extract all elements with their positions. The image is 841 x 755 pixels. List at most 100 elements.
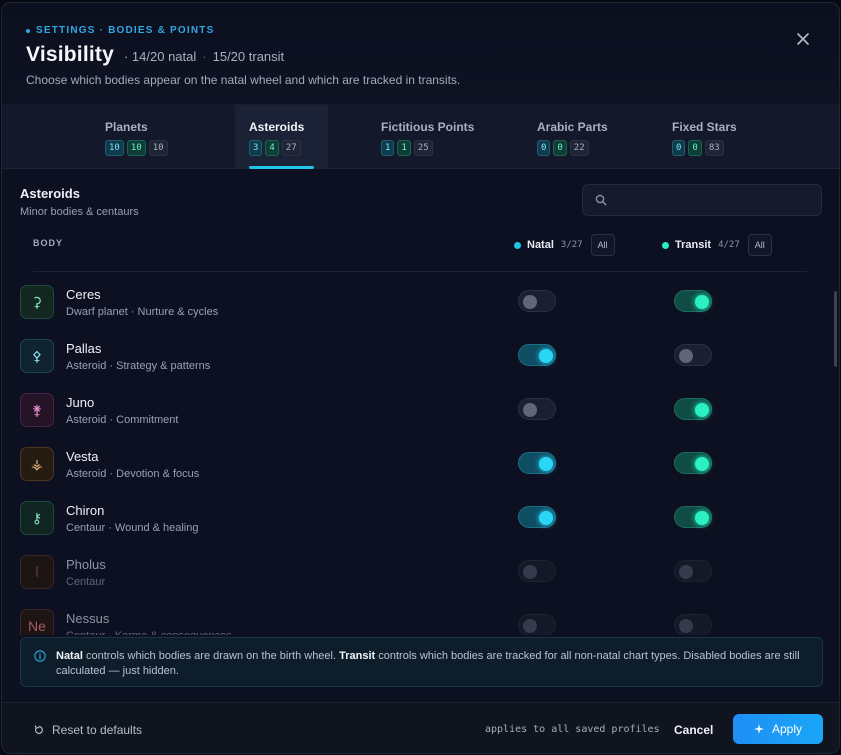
- natal-count-chip: 1: [381, 140, 395, 156]
- search-input[interactable]: [613, 185, 813, 215]
- body-name: Pallas: [66, 341, 102, 356]
- applies-note: applies to all saved profiles: [485, 724, 660, 735]
- tab-chips: 0 0 22: [537, 140, 637, 156]
- tab-label: Asteroids: [249, 120, 305, 134]
- tab-asteroids[interactable]: Asteroids 3 4 27: [235, 105, 328, 169]
- tab-arabic-parts[interactable]: Arabic Parts 0 0 22: [537, 105, 637, 169]
- toggle-knob: [523, 565, 537, 579]
- list-scrollbar[interactable]: [834, 291, 837, 367]
- nessus-glyph-icon: Ne: [20, 609, 54, 635]
- apply-button[interactable]: Apply: [733, 714, 823, 744]
- cancel-button[interactable]: Cancel: [674, 723, 713, 737]
- total-count-chip: 25: [413, 140, 433, 156]
- transit-toggle[interactable]: [674, 506, 712, 528]
- natal-toggle[interactable]: [518, 344, 556, 366]
- transit-count-chip: 1: [397, 140, 411, 156]
- body-name: Juno: [66, 395, 95, 410]
- body-description: Asteroid · Commitment: [66, 414, 179, 426]
- natal-toggle[interactable]: [518, 398, 556, 420]
- toggle-knob: [523, 619, 537, 633]
- tab-chips: 10 10 10: [105, 140, 215, 156]
- visibility-dialog: SETTINGS · BODIES & POINTS Visibility · …: [1, 2, 840, 754]
- tab-planets[interactable]: Planets 10 10 10: [105, 105, 215, 169]
- visibility-counts: · 14/20 natal · 15/20 transit: [124, 49, 284, 64]
- vesta-glyph-icon: ⚶: [20, 447, 54, 481]
- natal-column-count: 3/27: [560, 240, 583, 250]
- transit-toggle[interactable]: [674, 290, 712, 312]
- chiron-glyph-icon: ⚷: [20, 501, 54, 535]
- transit-toggle[interactable]: [674, 344, 712, 366]
- section-title: Asteroids: [20, 186, 80, 201]
- transit-all-button[interactable]: All: [747, 234, 772, 256]
- transit-count-chip: 4: [265, 140, 279, 156]
- toggle-knob: [539, 457, 553, 471]
- body-row-chiron: ⚷ Chiron Centaur · Wound & healing: [2, 491, 839, 545]
- active-tab-indicator: [249, 166, 314, 169]
- tab-label: Fictitious Points: [381, 120, 475, 134]
- natal-toggle[interactable]: [518, 290, 556, 312]
- body-name: Ceres: [66, 287, 101, 302]
- body-list: ⚳ Ceres Dwarf planet · Nurture & cycles ⚴ Pa…: [2, 275, 839, 635]
- info-natal-term: Natal: [56, 650, 83, 662]
- natal-all-button[interactable]: All: [590, 234, 615, 256]
- info-text: Natal controls which bodies are drawn on…: [56, 649, 802, 679]
- breadcrumb-dot: [26, 28, 30, 33]
- reset-label: Reset to defaults: [52, 723, 143, 737]
- natal-count: · 14/20 natal: [123, 49, 197, 64]
- natal-count-chip: 10: [105, 140, 124, 156]
- total-count-chip: 27: [281, 140, 301, 156]
- breadcrumb: SETTINGS · BODIES & POINTS: [26, 25, 214, 36]
- transit-toggle[interactable]: [674, 398, 712, 420]
- reset-icon: [34, 725, 43, 734]
- body-name: Chiron: [66, 503, 105, 518]
- tab-label: Arabic Parts: [537, 120, 608, 134]
- toggle-knob: [695, 457, 709, 471]
- body-description: Centaur · Wound & healing: [66, 522, 199, 534]
- transit-dot: [662, 241, 669, 249]
- toggle-knob: [679, 619, 693, 633]
- natal-column-label: Natal: [527, 239, 554, 251]
- reset-defaults-button[interactable]: Reset to defaults: [34, 723, 142, 737]
- tab-fictitious-points[interactable]: Fictitious Points 1 1 25: [381, 105, 511, 169]
- search-box: [582, 184, 822, 216]
- natal-toggle[interactable]: [518, 614, 556, 635]
- section-subtitle: Minor bodies & centaurs: [20, 206, 139, 218]
- transit-toggle[interactable]: [674, 614, 712, 635]
- tab-chips: 0 0 83: [672, 140, 772, 156]
- dialog-footer: Reset to defaults applies to all saved p…: [2, 702, 839, 753]
- body-row-nessus: Ne Nessus Centaur · Karma & consequences: [2, 599, 839, 635]
- transit-toggle[interactable]: [674, 560, 712, 582]
- toggle-knob: [523, 403, 537, 417]
- transit-count-chip: 10: [126, 140, 146, 156]
- transit-column-count: 4/27: [718, 240, 740, 250]
- body-column-label: BODY: [33, 238, 64, 248]
- body-row-juno: ⚵ Juno Asteroid · Commitment: [2, 383, 839, 437]
- dialog-subtitle: Choose which bodies appear on the natal …: [26, 73, 461, 87]
- natal-toggle[interactable]: [518, 560, 556, 582]
- tab-fixed-stars[interactable]: Fixed Stars 0 0 83: [672, 105, 772, 169]
- tab-label: Fixed Stars: [672, 120, 737, 134]
- dialog-title: Visibility: [26, 43, 114, 66]
- title-row: Visibility · 14/20 natal · 15/20 transit: [26, 43, 284, 67]
- close-button[interactable]: [793, 29, 813, 49]
- transit-count-chip: 0: [553, 140, 567, 156]
- natal-toggle[interactable]: [518, 506, 556, 528]
- tab-chips: 3 4 27: [249, 140, 328, 156]
- toggle-knob: [695, 403, 709, 417]
- body-row-pholus: ⦚ Pholus Centaur: [2, 545, 839, 599]
- body-description: Asteroid · Devotion & focus: [66, 468, 200, 480]
- natal-dot: [514, 241, 521, 249]
- natal-column-header: Natal 3/27 All: [514, 234, 615, 256]
- transit-count: 15/20 transit: [212, 49, 285, 64]
- transit-toggle[interactable]: [674, 452, 712, 474]
- body-description: Dwarf planet · Nurture & cycles: [66, 306, 219, 318]
- toggle-knob: [539, 349, 553, 363]
- body-description: Centaur: [66, 576, 106, 588]
- section-header: Asteroids Minor bodies & centaurs: [20, 186, 139, 218]
- search-icon: [595, 194, 607, 206]
- natal-count-chip: 0: [537, 140, 551, 156]
- transit-column-header: Transit 4/27 All: [662, 234, 772, 256]
- natal-toggle[interactable]: [518, 452, 556, 474]
- body-name: Vesta: [66, 449, 99, 464]
- natal-count-chip: 3: [249, 140, 263, 156]
